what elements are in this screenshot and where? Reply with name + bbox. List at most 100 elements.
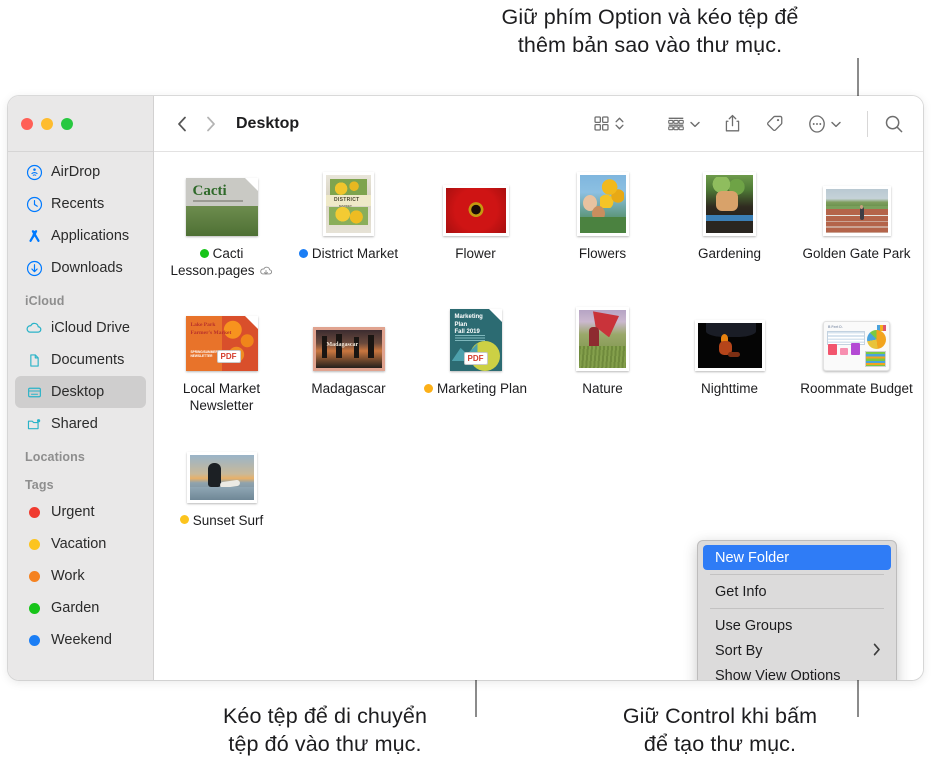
window-controls xyxy=(8,96,153,151)
file-item-nighttime[interactable]: Nighttime xyxy=(666,305,793,414)
sidebar-item-shared[interactable]: Shared xyxy=(15,408,146,440)
sidebar-item-icloud-drive[interactable]: iCloud Drive xyxy=(15,312,146,344)
file-row: Cacti Cacti Lesson.pages DISTRICT MARKET… xyxy=(154,170,923,279)
sidebar-header-tags: Tags xyxy=(25,478,54,492)
close-button[interactable] xyxy=(21,117,33,130)
callout-option-drag: Giữ phím Option và kéo tệp để thêm bản s… xyxy=(501,5,799,57)
context-menu-item-use-groups[interactable]: Use Groups xyxy=(703,613,891,638)
file-item-madagascar[interactable]: Madagascar Madagascar xyxy=(285,305,412,414)
file-row: Sunset Surf xyxy=(154,437,923,530)
file-label: Marketing Plan xyxy=(423,381,527,398)
file-label: Gardening xyxy=(697,246,762,261)
sidebar-tag-label: Vacation xyxy=(51,536,107,552)
file-thumbnail xyxy=(822,174,891,236)
file-item-nature[interactable]: Nature xyxy=(539,305,666,414)
sidebar-item-label: AirDrop xyxy=(51,164,101,180)
sidebar-tag-label: Urgent xyxy=(51,504,95,520)
context-menu-item-sort-by[interactable]: Sort By xyxy=(703,638,891,663)
file-item-district-market[interactable]: DISTRICT MARKET District Market xyxy=(285,170,412,279)
chevron-right-icon xyxy=(873,643,881,659)
airdrop-icon xyxy=(25,163,43,181)
sidebar-tag-urgent[interactable]: Urgent xyxy=(15,496,146,528)
file-item-gardening[interactable]: Gardening xyxy=(666,170,793,279)
tag-button[interactable] xyxy=(764,113,785,134)
tag-dot-icon xyxy=(25,503,43,521)
file-item-sunset-surf[interactable]: Sunset Surf xyxy=(158,437,285,530)
file-thumbnail xyxy=(442,174,509,236)
file-label: District Market xyxy=(298,246,398,263)
file-item-flowers[interactable]: Flowers xyxy=(539,170,666,279)
tag-dot-icon xyxy=(423,384,433,394)
context-menu-label: New Folder xyxy=(715,549,790,566)
sidebar-item-applications[interactable]: Applications xyxy=(15,220,146,252)
more-actions-button[interactable] xyxy=(807,114,842,134)
file-thumbnail xyxy=(576,307,629,372)
view-mode-button[interactable] xyxy=(592,114,625,133)
tag-dot-icon xyxy=(298,248,308,258)
main-area: Desktop Cacti Cacti Lesson.pages DISTRIC… xyxy=(154,96,923,680)
file-label: Flower xyxy=(455,246,496,261)
sidebar-tag-garden[interactable]: Garden xyxy=(15,592,146,624)
search-button[interactable] xyxy=(883,113,905,135)
file-thumbnail xyxy=(694,309,765,372)
file-thumbnail xyxy=(576,172,629,236)
file-label: Madagascar xyxy=(311,381,386,397)
sidebar-tag-work[interactable]: Work xyxy=(15,560,146,592)
group-by-button[interactable] xyxy=(666,114,701,133)
group-by-icon xyxy=(668,117,684,131)
back-button[interactable] xyxy=(168,110,196,138)
context-menu-item-show-view-options[interactable]: Show View Options xyxy=(703,663,891,681)
file-item-local-market-newsletter[interactable]: Lake Park Farmer's Market SPRING/SUMMER NE… xyxy=(158,305,285,414)
file-thumbnail: Lake Park Farmer's Market SPRING/SUMMER NE… xyxy=(185,309,258,372)
file-label: Local Market Newsletter xyxy=(182,381,261,413)
sidebar-tag-label: Work xyxy=(51,568,85,584)
sidebar-header-locations: Locations xyxy=(25,450,85,464)
finder-window: AirDrop Recents Applications Downloads i… xyxy=(8,96,923,680)
context-menu-item-new-folder[interactable]: New Folder xyxy=(703,545,891,570)
file-thumbnail: B Feet D. xyxy=(823,309,890,372)
context-menu-item-get-info[interactable]: Get Info xyxy=(703,579,891,604)
sidebar: AirDrop Recents Applications Downloads i… xyxy=(8,96,154,680)
file-label: Golden Gate Park xyxy=(802,246,911,261)
minimize-button[interactable] xyxy=(41,117,53,130)
sidebar-divider xyxy=(8,151,153,152)
chevron-left-icon xyxy=(177,116,186,131)
sidebar-item-desktop[interactable]: Desktop xyxy=(15,376,146,408)
sidebar-item-airdrop[interactable]: AirDrop xyxy=(15,156,146,188)
forward-button[interactable] xyxy=(196,110,224,138)
icon-view-grid-icon xyxy=(594,116,609,131)
file-item-golden-gate-park[interactable]: Golden Gate Park xyxy=(793,170,920,279)
clock-icon xyxy=(25,195,43,213)
sidebar-item-documents[interactable]: Documents xyxy=(15,344,146,376)
file-label: Cacti Lesson.pages xyxy=(160,246,284,279)
tag-dot-icon xyxy=(25,567,43,585)
tag-dot-icon xyxy=(25,599,43,617)
context-menu-label: Show View Options xyxy=(715,667,841,681)
document-icon xyxy=(25,351,43,369)
page-title: Desktop xyxy=(236,114,300,132)
icloud-download-icon xyxy=(259,265,273,282)
sidebar-item-downloads[interactable]: Downloads xyxy=(15,252,146,284)
file-item-marketing-plan[interactable]: Marketing Plan Fall 2019 PDF Marketing Pla… xyxy=(412,305,539,414)
tag-icon xyxy=(767,115,783,132)
file-item-flower[interactable]: Flower xyxy=(412,170,539,279)
sidebar-item-label: Downloads xyxy=(51,260,123,276)
file-item-cacti-lesson[interactable]: Cacti Cacti Lesson.pages xyxy=(158,170,285,279)
chevron-up-down-icon xyxy=(615,117,624,130)
sidebar-tag-weekend[interactable]: Weekend xyxy=(15,624,146,656)
file-thumbnail: Madagascar xyxy=(312,309,385,372)
cloud-icon xyxy=(25,319,43,337)
applications-icon xyxy=(25,227,43,245)
sidebar-tag-vacation[interactable]: Vacation xyxy=(15,528,146,560)
sidebar-item-recents[interactable]: Recents xyxy=(15,188,146,220)
maximize-button[interactable] xyxy=(61,117,73,130)
file-label: Nature xyxy=(582,381,623,397)
sidebar-header-icloud: iCloud xyxy=(25,294,65,308)
share-button[interactable] xyxy=(723,113,742,134)
file-label: Nighttime xyxy=(700,381,759,397)
file-label: Roommate Budget xyxy=(800,381,913,397)
sidebar-item-label: Documents xyxy=(51,352,125,368)
file-label: Sunset Surf xyxy=(179,513,263,530)
sidebar-tag-label: Weekend xyxy=(51,632,112,648)
file-item-roommate-budget[interactable]: B Feet D. Roommate Budget xyxy=(793,305,920,414)
